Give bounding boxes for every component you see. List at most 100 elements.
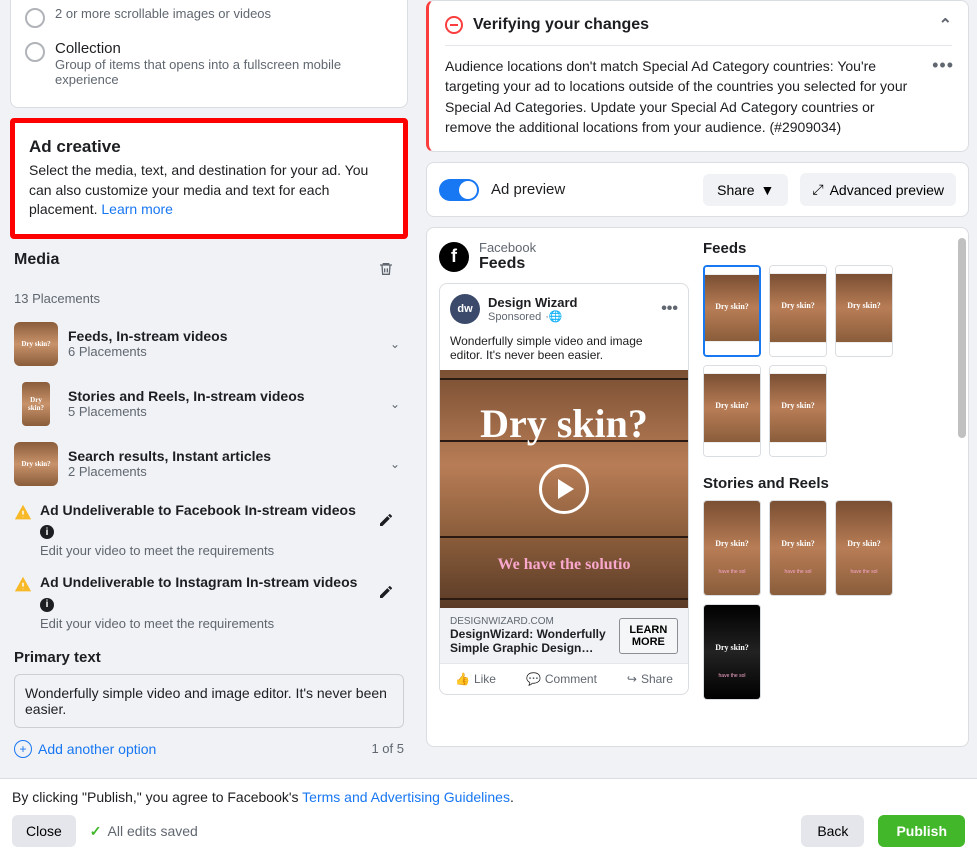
media-group-title: Stories and Reels, In-stream videos <box>68 388 376 404</box>
chevron-down-icon: ⌄ <box>386 397 404 411</box>
play-icon <box>539 464 589 514</box>
preview-toolbar: Ad preview Share ▼ ⤢ Advanced preview <box>426 162 969 217</box>
plus-icon: + <box>14 740 32 758</box>
placement-thumb-feed-1[interactable] <box>703 265 761 357</box>
placement-thumb-feed-5[interactable] <box>769 365 827 457</box>
scrollbar-thumb[interactable] <box>958 238 966 438</box>
close-button[interactable]: Close <box>12 815 76 847</box>
placement-thumb-story-2[interactable] <box>769 500 827 596</box>
feeds-section-title: Feeds <box>703 240 956 257</box>
page-footer: By clicking "Publish," you agree to Face… <box>0 778 977 857</box>
warning-icon <box>14 504 32 522</box>
media-thumbnail <box>14 322 58 366</box>
warning-sub: Edit your video to meet the requirements <box>40 616 360 631</box>
primary-text-label: Primary text <box>14 649 404 666</box>
info-icon[interactable]: i <box>40 598 54 612</box>
comment-icon: 💬 <box>526 672 541 686</box>
like-button[interactable]: 👍Like <box>455 672 496 686</box>
media-group-title: Search results, Instant articles <box>68 448 376 464</box>
radio-icon <box>25 8 45 28</box>
verification-alert: Verifying your changes ⌃ Audience locati… <box>426 0 969 152</box>
option-counter: 1 of 5 <box>371 741 404 756</box>
post-preview: dw Design Wizard Sponsored·🌐 ••• Wonderf… <box>439 283 689 695</box>
radio-icon <box>25 42 45 62</box>
media-group-sub: 2 Placements <box>68 464 376 479</box>
option-title: Collection <box>55 40 393 57</box>
warning-facebook-instream: Ad Undeliverable to Facebook In-stream v… <box>14 494 404 567</box>
delete-media-button[interactable] <box>368 251 404 287</box>
post-media[interactable]: Dry skin? We have the solutio <box>440 370 688 608</box>
share-button[interactable]: Share ▼ <box>703 174 788 206</box>
share-icon: ↪ <box>627 672 637 686</box>
globe-icon: ·🌐 <box>545 310 562 323</box>
chevron-down-icon: ⌄ <box>386 337 404 351</box>
placement-thumb-feed-3[interactable] <box>835 265 893 357</box>
comment-button[interactable]: 💬Comment <box>526 672 597 686</box>
format-option-collection[interactable]: Collection Group of items that opens int… <box>25 34 393 93</box>
preview-feed: Feeds <box>479 255 536 273</box>
stories-section-title: Stories and Reels <box>703 475 956 492</box>
media-group-feeds[interactable]: Feeds, In-stream videos 6 Placements ⌄ <box>14 314 404 374</box>
pencil-icon <box>378 584 394 600</box>
primary-text-input[interactable]: Wonderfully simple video and image edito… <box>14 674 404 728</box>
learn-more-link[interactable]: Learn more <box>101 201 173 217</box>
alert-more-button[interactable]: ••• <box>932 55 954 76</box>
format-option-carousel[interactable]: 2 or more scrollable images or videos <box>25 0 393 34</box>
error-icon <box>445 16 463 34</box>
media-group-stories[interactable]: Stories and Reels, In-stream videos 5 Pl… <box>14 374 404 434</box>
back-button[interactable]: Back <box>801 815 864 847</box>
post-menu-button[interactable]: ••• <box>661 300 678 318</box>
edit-warning-button[interactable] <box>368 502 404 538</box>
ad-creative-section: Ad creative Select the media, text, and … <box>10 118 408 239</box>
cta-button[interactable]: LEARN MORE <box>619 618 678 654</box>
preview-platform: Facebook <box>479 240 536 255</box>
terms-link[interactable]: Terms and Advertising Guidelines <box>302 789 510 805</box>
advanced-preview-button[interactable]: ⤢ Advanced preview <box>800 173 956 206</box>
add-another-option[interactable]: + Add another option <box>14 740 156 758</box>
check-icon: ✓ <box>90 823 102 840</box>
chevron-down-icon: ⌄ <box>386 457 404 471</box>
media-thumbnail <box>22 382 50 426</box>
option-sub: 2 or more scrollable images or videos <box>55 6 271 21</box>
save-status: ✓ All edits saved <box>90 823 198 840</box>
placement-thumb-story-3[interactable] <box>835 500 893 596</box>
cta-domain: DESIGNWIZARD.COM <box>450 616 619 627</box>
media-overlay-headline: Dry skin? <box>440 400 688 447</box>
sponsored-label: Sponsored <box>488 311 541 323</box>
ad-creative-desc: Select the media, text, and destination … <box>29 161 389 220</box>
placement-thumb-feed-2[interactable] <box>769 265 827 357</box>
facebook-icon: f <box>439 242 469 272</box>
publish-button[interactable]: Publish <box>878 815 965 847</box>
alert-title: Verifying your changes <box>473 16 649 34</box>
post-body-text: Wonderfully simple video and image edito… <box>440 334 688 370</box>
save-status-text: All edits saved <box>108 823 198 839</box>
option-sub: Group of items that opens into a fullscr… <box>55 57 393 87</box>
media-overlay-tagline: We have the solutio <box>440 556 688 574</box>
post-page-name: Design Wizard <box>488 295 577 310</box>
media-group-title: Feeds, In-stream videos <box>68 328 376 344</box>
alert-body: Audience locations don't match Special A… <box>445 56 952 137</box>
like-icon: 👍 <box>455 672 470 686</box>
info-icon[interactable]: i <box>40 525 54 539</box>
chevron-up-icon[interactable]: ⌃ <box>939 15 952 35</box>
ad-creative-title: Ad creative <box>29 137 389 157</box>
placement-thumb-feed-4[interactable] <box>703 365 761 457</box>
warning-title: Ad Undeliverable to Facebook In-stream v… <box>40 502 356 518</box>
warning-instagram-instream: Ad Undeliverable to Instagram In-stream … <box>14 566 404 639</box>
media-title: Media <box>14 251 59 269</box>
warning-icon <box>14 576 32 594</box>
ad-creative-desc-text: Select the media, text, and destination … <box>29 162 368 217</box>
cta-title: DesignWizard: Wonderfully Simple Graphic… <box>450 627 619 655</box>
ad-preview-toggle[interactable] <box>439 179 479 201</box>
disclaimer-text: By clicking "Publish," you agree to Face… <box>12 789 302 805</box>
caret-down-icon: ▼ <box>761 182 775 198</box>
trash-icon <box>378 261 394 277</box>
pencil-icon <box>378 512 394 528</box>
share-action-button[interactable]: ↪Share <box>627 672 673 686</box>
media-group-sub: 6 Placements <box>68 344 376 359</box>
placement-thumb-story-4[interactable] <box>703 604 761 700</box>
media-group-search[interactable]: Search results, Instant articles 2 Place… <box>14 434 404 494</box>
warning-sub: Edit your video to meet the requirements <box>40 543 360 558</box>
placement-thumb-story-1[interactable] <box>703 500 761 596</box>
edit-warning-button[interactable] <box>368 574 404 610</box>
